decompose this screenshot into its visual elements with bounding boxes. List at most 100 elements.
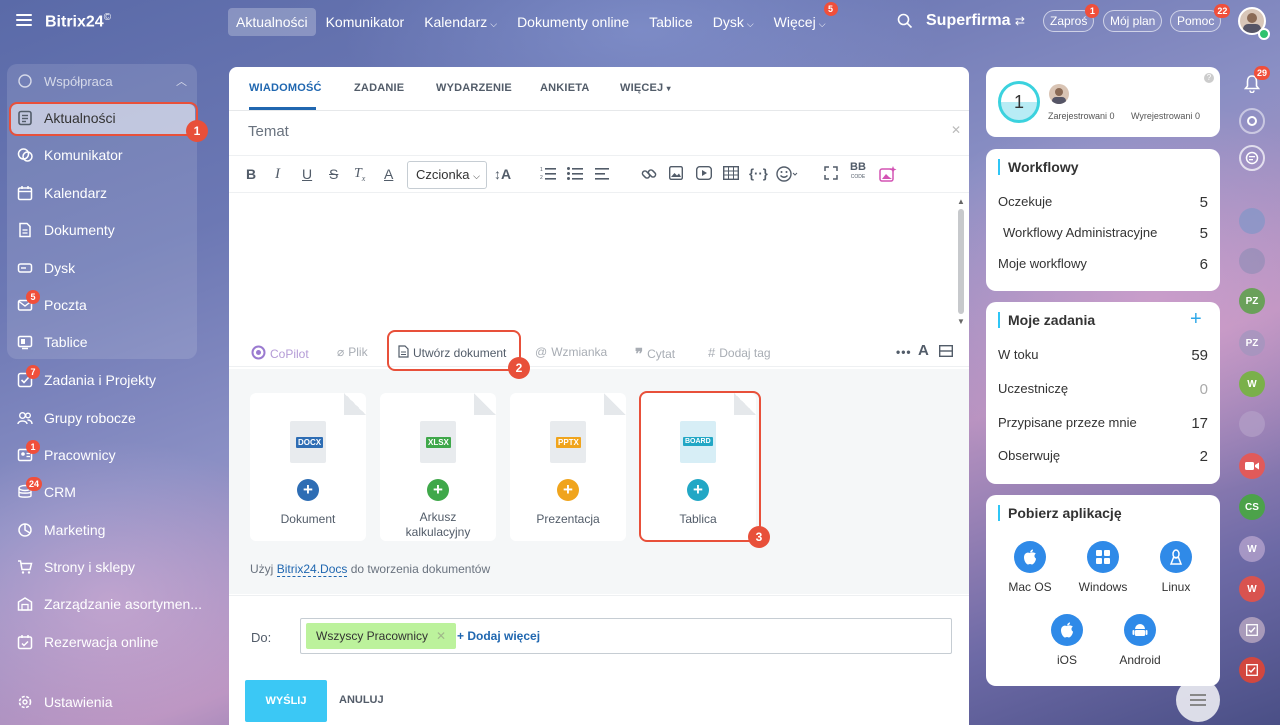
workflow-title[interactable]: Workflowy <box>998 159 1079 175</box>
sidebar-item-aktualności[interactable]: Aktualności <box>16 108 116 128</box>
tab-zadanie[interactable]: ZADANIE <box>354 82 404 94</box>
video-call-icon[interactable] <box>1239 453 1265 479</box>
my-plan-button[interactable]: Mój plan <box>1103 10 1163 32</box>
bbcode-icon[interactable]: BB CODE <box>850 162 866 182</box>
more-options-icon[interactable]: ••• <box>896 345 912 359</box>
scroll-down-icon[interactable]: ▼ <box>957 317 965 326</box>
task-row[interactable]: W toku 59 <box>998 347 1208 364</box>
video-icon[interactable] <box>695 165 713 183</box>
checklist-icon[interactable] <box>1239 617 1265 643</box>
add-tag-button[interactable]: # Dodaj tag <box>708 345 771 360</box>
tab-wiadomosc[interactable]: WIADOMOŚĆ <box>249 82 322 94</box>
topnav-kalendarz[interactable]: Kalendarz ⌵ <box>418 8 503 36</box>
sidebar-item-poczta[interactable]: 5 Poczta <box>16 290 87 315</box>
sidebar-item-zadania-i-projekty[interactable]: 7 Zadania i Projekty <box>16 365 156 390</box>
sidebar-item-crm[interactable]: 24 CRM <box>16 477 76 502</box>
sidebar-item-kalendarz[interactable]: Kalendarz <box>16 183 107 203</box>
topnav-dysk[interactable]: Dysk ⌵ <box>707 8 760 36</box>
font-size-icon[interactable]: ↕A <box>494 166 511 182</box>
strikethrough-icon[interactable]: S <box>329 166 338 182</box>
info-icon[interactable]: ? <box>1204 73 1214 83</box>
sidebar-item-pracownicy[interactable]: 1 Pracownicy <box>16 440 116 465</box>
contact-avatar[interactable]: PZ <box>1239 330 1265 356</box>
ordered-list-icon[interactable]: 12 <box>540 166 556 183</box>
mention-button[interactable]: @ Wzmianka <box>535 345 607 359</box>
text-format-icon[interactable]: A <box>918 342 929 359</box>
chat-fab-button[interactable] <box>1176 678 1220 722</box>
app-macos[interactable]: Mac OS <box>1008 541 1052 594</box>
topnav-aktualnosci[interactable]: Aktualności <box>228 8 316 36</box>
app-android[interactable]: Android <box>1119 614 1161 667</box>
task-row[interactable]: Obserwuję 2 <box>998 448 1208 465</box>
invite-button[interactable]: Zaproś 1 <box>1043 4 1100 32</box>
sidebar-item-strony-i-sklepy[interactable]: Strony i sklepy <box>16 557 135 577</box>
ai-image-icon[interactable] <box>879 166 897 185</box>
italic-icon[interactable]: I <box>275 166 280 183</box>
font-select[interactable]: Czcionka ⌵ <box>407 161 487 189</box>
file-button[interactable]: ⌀ Plik <box>337 345 368 359</box>
plus-icon[interactable]: + <box>427 479 449 501</box>
sidebar-item-marketing[interactable]: Marketing <box>16 520 105 540</box>
recipients-field[interactable]: Wszyscy Pracownicy ✕ + Dodaj więcej <box>300 618 952 654</box>
bell-icon[interactable]: 29 <box>1239 66 1270 97</box>
search-icon[interactable] <box>897 13 913 32</box>
close-subject-icon[interactable]: ✕ <box>951 123 961 137</box>
contact-avatar[interactable] <box>1239 411 1265 437</box>
checklist-icon[interactable] <box>1239 657 1265 683</box>
sidebar-item-komunikator[interactable]: Komunikator <box>16 145 123 165</box>
contact-avatar[interactable] <box>1239 248 1265 274</box>
editor-scrollbar[interactable]: ▲ ▼ <box>957 197 965 327</box>
recipient-chip[interactable]: Wszyscy Pracownicy ✕ <box>306 623 457 649</box>
sidebar-group-header[interactable]: Współpraca ︿ <box>16 71 187 91</box>
contact-avatar[interactable] <box>1239 208 1265 234</box>
image-icon[interactable] <box>668 165 684 183</box>
code-icon[interactable]: {··} <box>749 166 768 181</box>
workflow-row[interactable]: Moje workflowy 6 <box>998 256 1208 273</box>
contact-avatar[interactable]: PZ <box>1239 288 1265 314</box>
create-pptx-tile[interactable]: PPTX + Prezentacja <box>510 393 626 541</box>
company-name[interactable]: Superfirma ⇄ <box>926 12 1025 30</box>
sidebar-item-dokumenty[interactable]: Dokumenty <box>16 220 115 240</box>
contact-avatar[interactable]: W <box>1239 536 1265 562</box>
topnav-tablice[interactable]: Tablice <box>643 8 699 36</box>
clear-format-icon[interactable]: Tx <box>354 166 365 183</box>
send-button[interactable]: WYŚLIJ <box>245 680 327 722</box>
topnav-komunikator[interactable]: Komunikator <box>320 8 411 36</box>
link-icon[interactable] <box>641 166 657 185</box>
align-icon[interactable] <box>595 166 611 183</box>
sidebar-item-tablice[interactable]: Tablice <box>16 332 88 352</box>
table-icon[interactable] <box>722 165 740 183</box>
copilot-button[interactable]: CoPilot <box>251 345 309 363</box>
bitrix-docs-link[interactable]: Bitrix24.Docs <box>276 562 348 577</box>
add-more-link[interactable]: + Dodaj więcej <box>457 629 540 643</box>
plus-icon[interactable]: + <box>297 479 319 501</box>
text-color-icon[interactable]: A <box>384 166 393 182</box>
copilot-strip-icon[interactable] <box>1239 108 1265 134</box>
topnav-wiecej[interactable]: Więcej ⌵ 5 <box>768 2 838 36</box>
workflow-row[interactable]: Oczekuje 5 <box>998 194 1208 211</box>
workflow-row[interactable]: Workflowy Administracyjne 5 <box>998 225 1208 242</box>
sidebar-settings[interactable]: Ustawienia <box>16 692 112 712</box>
app-logo[interactable]: Bitrix24© <box>45 12 111 31</box>
task-row[interactable]: Przypisane przeze mnie 17 <box>998 415 1208 432</box>
tab-wydarzenie[interactable]: WYDARZENIE <box>436 82 512 94</box>
bullet-list-icon[interactable] <box>567 166 583 183</box>
tab-ankieta[interactable]: ANKIETA <box>540 82 589 94</box>
contact-avatar[interactable]: W <box>1239 371 1265 397</box>
remove-recipient-icon[interactable]: ✕ <box>436 629 446 643</box>
tasks-title[interactable]: Moje zadania <box>998 312 1095 328</box>
add-task-icon[interactable]: + <box>1190 308 1202 331</box>
tab-wiecej[interactable]: WIĘCEJ ▾ <box>620 82 671 94</box>
message-editor[interactable] <box>229 194 969 329</box>
app-linux[interactable]: Linux <box>1156 541 1196 594</box>
help-button[interactable]: Pomoc 22 <box>1170 4 1231 32</box>
app-windows[interactable]: Windows <box>1079 541 1127 594</box>
sidebar-item-dysk[interactable]: Dysk <box>16 258 75 278</box>
task-row[interactable]: Uczestniczę 0 <box>998 381 1208 398</box>
sidebar-item-zarządzanie-asortymen[interactable]: Zarządzanie asortymen... <box>16 594 202 614</box>
contact-avatar[interactable]: CS <box>1239 494 1265 520</box>
underline-icon[interactable]: U <box>302 166 312 182</box>
app-ios[interactable]: iOS <box>1047 614 1087 667</box>
scroll-up-icon[interactable]: ▲ <box>957 197 965 206</box>
menu-icon[interactable] <box>16 14 32 26</box>
